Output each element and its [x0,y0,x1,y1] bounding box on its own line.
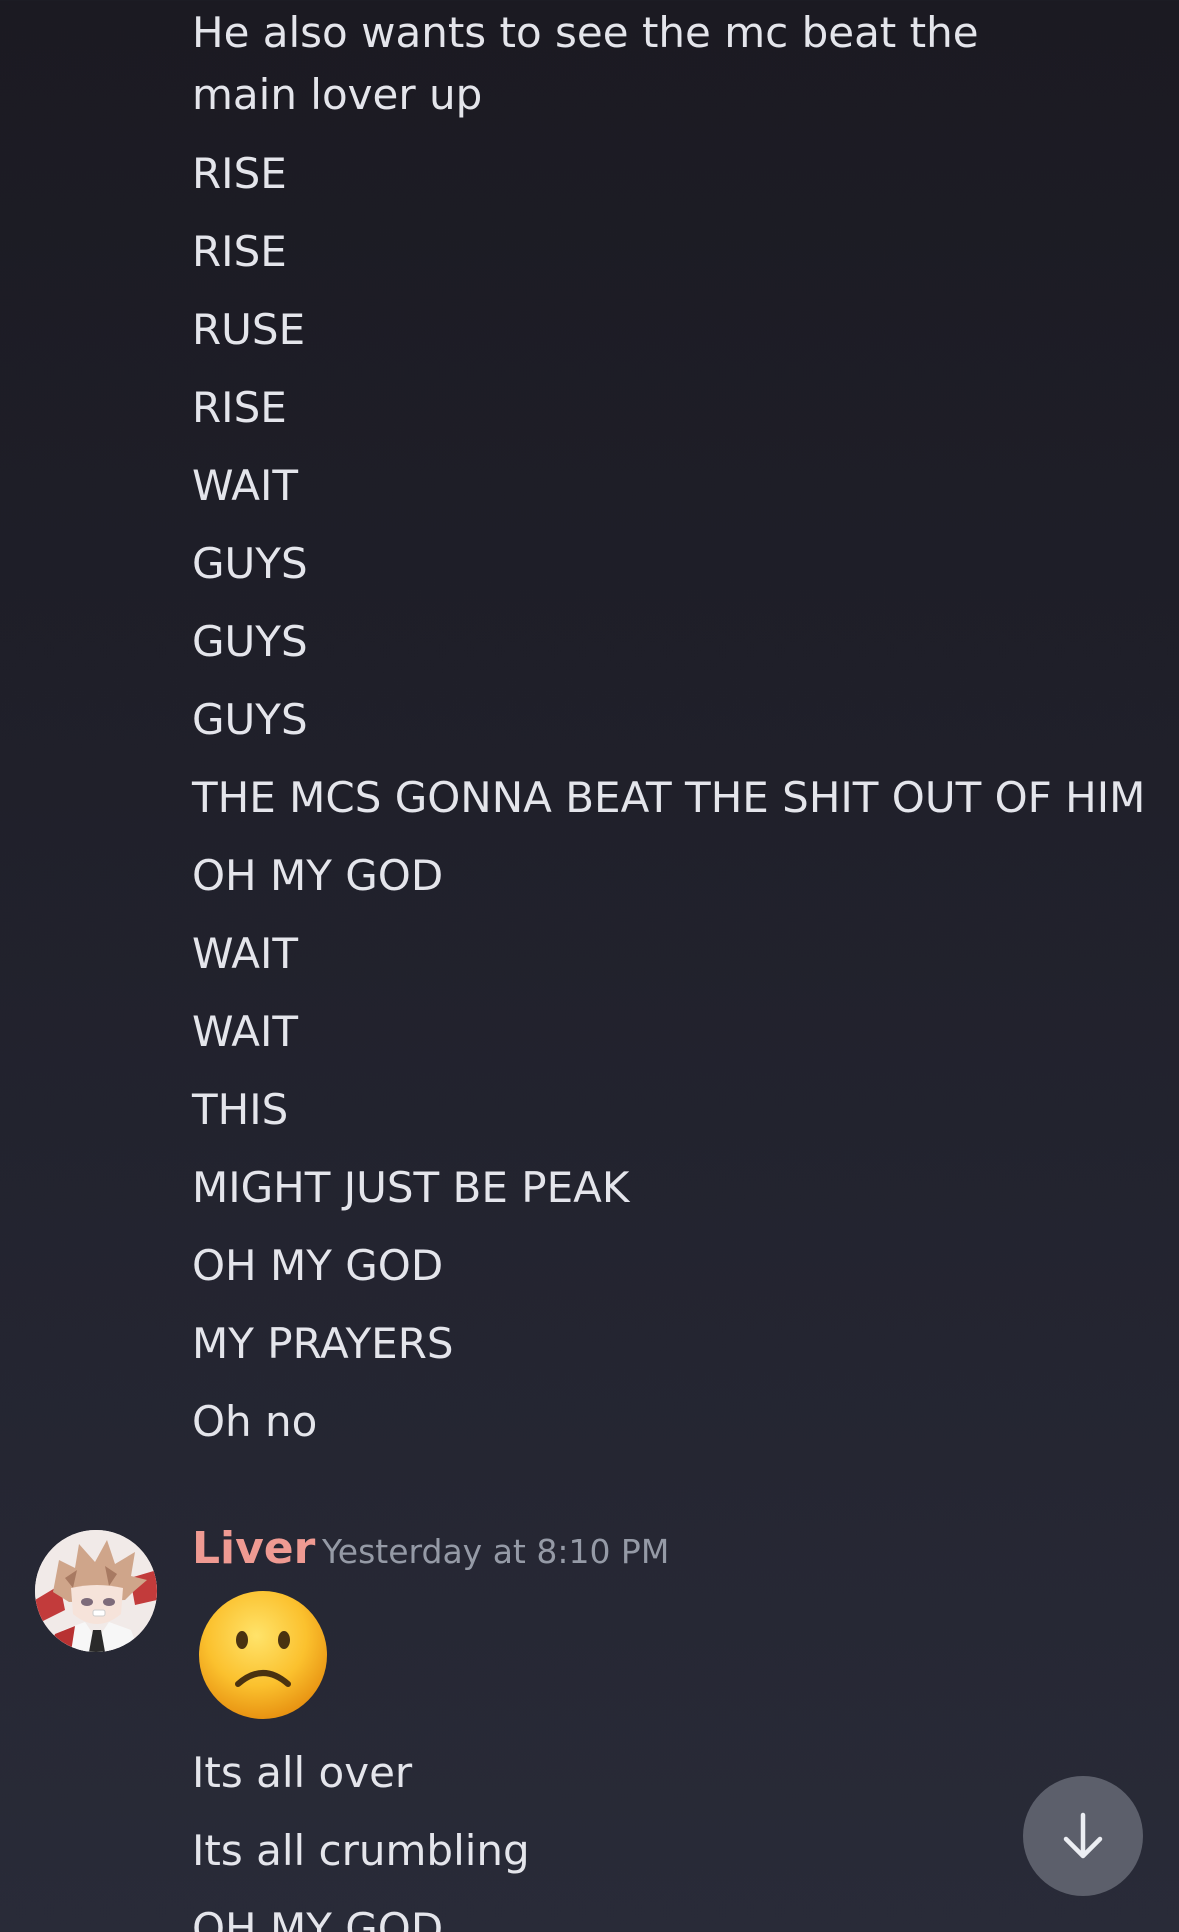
message-line: WAIT [192,1007,299,1056]
arrow-down-icon [1063,1812,1103,1859]
message-line: OH MY GOD [192,1904,444,1932]
message-line: RISE [192,149,287,198]
scroll-to-bottom-button[interactable] [1023,1776,1143,1896]
message-line: GUYS [192,617,308,666]
message-line: OH MY GOD [192,851,444,900]
message-line: MY PRAYERS [192,1319,454,1368]
message-line: Its all over [192,1748,413,1797]
message-line: RISE [192,227,287,276]
message-line: RISE [192,383,287,432]
avatar-image [35,1530,157,1652]
message-line: OH MY GOD [192,1241,444,1290]
message-line: GUYS [192,695,308,744]
message-line: THE MCS GONNA BEAT THE SHIT OUT OF HIM [192,773,1146,822]
message-line: Its all crumbling [192,1826,530,1875]
message-line: WAIT [192,929,299,978]
message-line: THIS [192,1085,289,1134]
message-line: WAIT [192,461,299,510]
message-line: He also wants to see the mc beat the mai… [192,8,979,119]
slightly-frowning-face-icon [196,1588,330,1722]
message-timestamp: Yesterday at 8:10 PM [322,1532,670,1571]
message-line: GUYS [192,539,308,588]
message-line: Oh no [192,1397,318,1446]
message-line: RUSE [192,305,306,354]
author-name[interactable]: Liver [192,1520,315,1578]
message-line: MIGHT JUST BE PEAK [192,1163,630,1212]
avatar[interactable] [35,1530,157,1652]
